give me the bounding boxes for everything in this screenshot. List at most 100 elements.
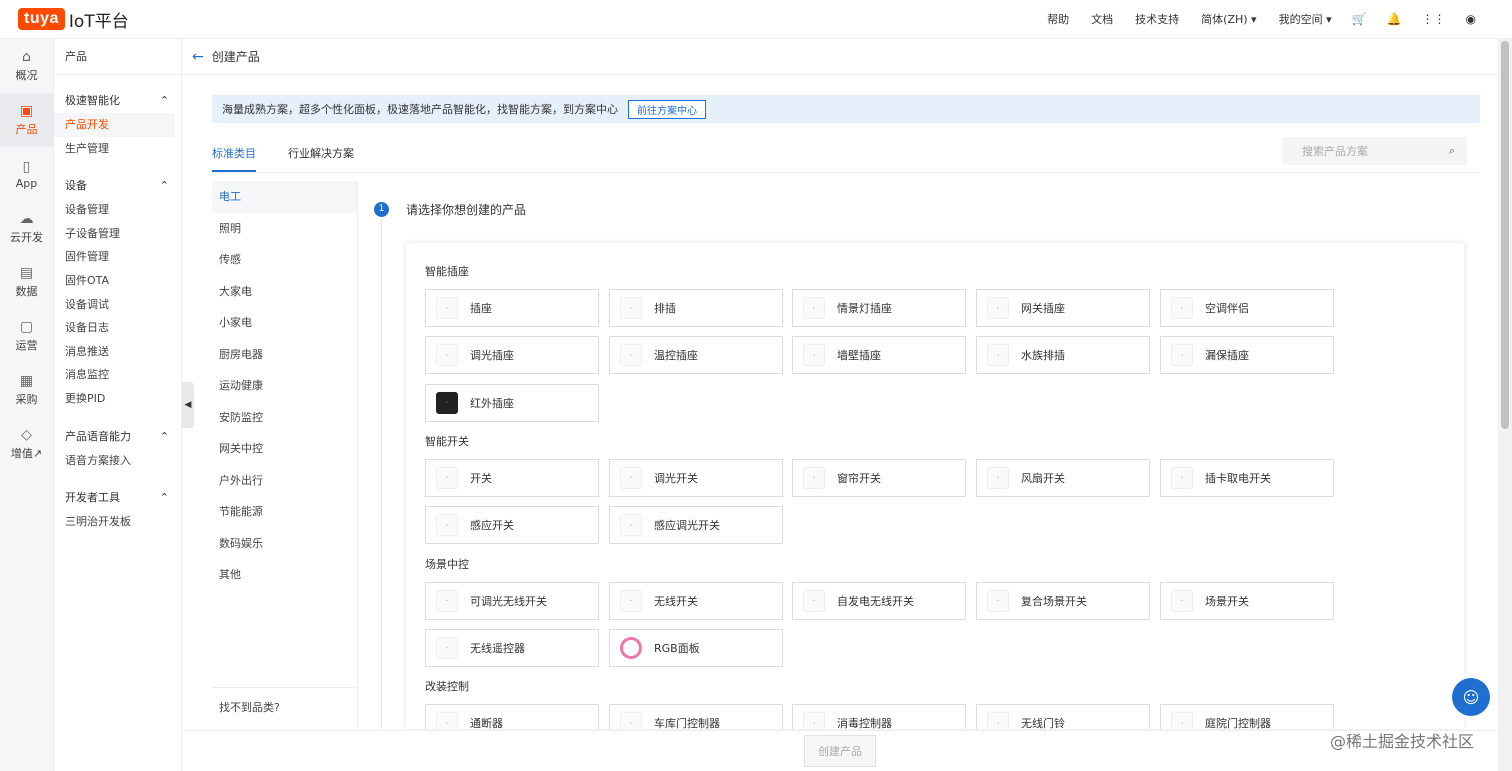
category-item[interactable]: 数码娱乐 xyxy=(212,528,357,560)
sidebar-item-product-dev[interactable]: 产品开发 xyxy=(54,113,175,137)
product-option[interactable]: · 风扇开关 xyxy=(976,458,1150,497)
sidebar-item-device[interactable]: 设备管理 xyxy=(54,198,181,222)
product-option[interactable]: · 水族排插 xyxy=(976,336,1150,375)
product-option[interactable]: · 插卡取电开关 xyxy=(1160,458,1334,497)
product-option[interactable]: · 开关 xyxy=(425,458,599,497)
rail-item-value-added[interactable]: ◇ 增值↗ xyxy=(0,417,53,471)
tab-industry[interactable]: 行业解决方案 xyxy=(288,139,354,172)
product-option[interactable]: · 情景灯插座 xyxy=(792,289,966,327)
product-option[interactable]: · 窗帘开关 xyxy=(792,458,966,497)
category-item[interactable]: 电工 xyxy=(212,181,357,213)
product-option[interactable]: · 可调光无线开关 xyxy=(425,581,599,620)
rail-item-purchase[interactable]: ▦ 采购 xyxy=(0,363,53,417)
nav-help[interactable]: 帮助 xyxy=(1047,11,1069,27)
page-scrollbar[interactable] xyxy=(1498,39,1512,771)
product-option-label: 自发电无线开关 xyxy=(837,594,914,608)
product-option[interactable]: · 庭院门控制器 xyxy=(1160,704,1334,729)
nav-docs[interactable]: 文档 xyxy=(1091,11,1113,27)
category-item[interactable]: 厨房电器 xyxy=(212,339,357,371)
product-option-label: 庭院门控制器 xyxy=(1205,717,1271,729)
product-thumbnail-icon: · xyxy=(1171,344,1193,367)
product-option[interactable]: · 感应开关 xyxy=(425,506,599,545)
sidebar-item-log[interactable]: 设备日志 xyxy=(54,316,181,340)
product-option[interactable]: · 漏保插座 xyxy=(1160,336,1334,375)
category-item[interactable]: 传感 xyxy=(212,244,357,276)
sidebar-item-subdevice[interactable]: 子设备管理 xyxy=(54,222,181,246)
language-dropdown[interactable]: 简体(ZH) ▾ xyxy=(1201,11,1256,27)
category-item[interactable]: 小家电 xyxy=(212,307,357,339)
sidebar-item-ota[interactable]: 固件OTA xyxy=(54,269,181,293)
product-option-label: 排插 xyxy=(654,302,676,315)
rail-item-overview[interactable]: ⌂ 概况 xyxy=(0,39,53,93)
category-item[interactable]: 节能能源 xyxy=(212,496,357,528)
sidebar-group-title[interactable]: 开发者工具 ⌃ xyxy=(54,486,181,510)
product-option[interactable]: RGB面板 xyxy=(609,628,783,667)
product-option[interactable]: · 感应调光开关 xyxy=(609,506,783,545)
rail-item-data[interactable]: ▤ 数据 xyxy=(0,255,53,309)
product-option[interactable]: · 场景开关 xyxy=(1160,581,1334,620)
product-option[interactable]: · 红外插座 xyxy=(425,383,599,422)
category-not-found-link[interactable]: 找不到品类? xyxy=(212,687,358,727)
product-option[interactable]: · 自发电无线开关 xyxy=(792,581,966,620)
product-option[interactable]: · 温控插座 xyxy=(609,336,783,375)
sidebar-item-voice[interactable]: 语音方案接入 xyxy=(54,449,181,473)
search-input[interactable]: 搜索产品方案 ⌕ xyxy=(1282,137,1467,165)
grid-icon[interactable]: ⋮⋮ xyxy=(1422,12,1446,26)
page-title: 创建产品 xyxy=(211,50,260,64)
back-arrow-icon[interactable]: ← xyxy=(192,49,204,65)
category-item[interactable]: 运动健康 xyxy=(212,370,357,402)
sidebar-group-title[interactable]: 设备 ⌃ xyxy=(54,174,181,198)
my-space-dropdown[interactable]: 我的空间 ▾ xyxy=(1279,11,1332,27)
product-option[interactable]: · 通断器 xyxy=(425,704,599,729)
product-option[interactable]: · 无线遥控器 xyxy=(425,628,599,667)
category-item[interactable]: 其他 xyxy=(212,559,357,591)
product-option[interactable]: · 无线开关 xyxy=(609,581,783,620)
chat-support-button[interactable]: ☺ xyxy=(1452,678,1490,716)
rail-item-cloud[interactable]: ☁ 云开发 xyxy=(0,201,53,255)
rail-item-operation[interactable]: ▢ 运营 xyxy=(0,309,53,363)
sidebar-item-firmware[interactable]: 固件管理 xyxy=(54,245,181,269)
rail-label: 云开发 xyxy=(10,231,43,244)
top-navbar: tuya IoT平台 帮助 文档 技术支持 简体(ZH) ▾ 我的空间 ▾ 🛒 … xyxy=(0,0,1512,39)
category-list: 电工 照明 传感 大家电 小家电 厨房电器 运动健康 安防监控 网关中控 户外出… xyxy=(212,181,358,727)
product-option[interactable]: · 无线门铃 xyxy=(976,704,1150,729)
logo[interactable]: tuya IoT平台 xyxy=(18,7,129,32)
category-item[interactable]: 户外出行 xyxy=(212,465,357,497)
category-item[interactable]: 网关中控 xyxy=(212,433,357,465)
product-thumbnail-icon: · xyxy=(987,344,1009,367)
rail-item-app[interactable]: ▯ App xyxy=(0,147,53,201)
group-title-text: 设备 xyxy=(65,179,87,193)
solution-center-button[interactable]: 前往方案中心 xyxy=(628,99,706,119)
cart-icon[interactable]: 🛒 xyxy=(1352,12,1367,26)
product-option[interactable]: · 空调伴侣 xyxy=(1160,289,1334,327)
user-icon[interactable]: ◉ xyxy=(1466,12,1476,26)
product-option[interactable]: · 排插 xyxy=(609,289,783,327)
product-option[interactable]: · 调光开关 xyxy=(609,458,783,497)
create-product-button[interactable]: 创建产品 xyxy=(804,735,876,767)
sidebar-group-title[interactable]: 产品语音能力 ⌃ xyxy=(54,425,181,449)
sidebar-item-pid[interactable]: 更换PID xyxy=(54,387,181,411)
sidebar-item-production[interactable]: 生产管理 xyxy=(54,137,181,161)
sidebar-group-title[interactable]: 极速智能化 ⌃ xyxy=(54,89,181,113)
product-option[interactable]: · 车库门控制器 xyxy=(609,704,783,729)
sidebar-item-debug[interactable]: 设备调试 xyxy=(54,293,181,317)
product-option[interactable]: · 插座 xyxy=(425,289,599,327)
category-item[interactable]: 照明 xyxy=(212,213,357,245)
category-item[interactable]: 安防监控 xyxy=(212,402,357,434)
nav-support[interactable]: 技术支持 xyxy=(1135,11,1179,27)
product-option[interactable]: · 调光插座 xyxy=(425,336,599,375)
product-option[interactable]: · 墙壁插座 xyxy=(792,336,966,375)
category-item[interactable]: 大家电 xyxy=(212,276,357,308)
search-icon[interactable]: ⌕ xyxy=(1449,144,1455,158)
scrollbar-thumb[interactable] xyxy=(1501,41,1509,429)
sidebar-item-push[interactable]: 消息推送 xyxy=(54,340,181,364)
rail-item-product[interactable]: ▣ 产品 xyxy=(0,93,53,147)
product-option[interactable]: · 消毒控制器 xyxy=(792,704,966,729)
product-option-label: 插座 xyxy=(470,302,492,315)
product-option[interactable]: · 网关插座 xyxy=(976,289,1150,327)
tab-standard[interactable]: 标准类目 xyxy=(212,139,256,172)
bell-icon[interactable]: 🔔 xyxy=(1387,12,1402,26)
sidebar-item-monitor[interactable]: 消息监控 xyxy=(54,363,181,387)
product-option[interactable]: · 复合场景开关 xyxy=(976,581,1150,620)
sidebar-item-sandwich[interactable]: 三明治开发板 xyxy=(54,510,181,534)
